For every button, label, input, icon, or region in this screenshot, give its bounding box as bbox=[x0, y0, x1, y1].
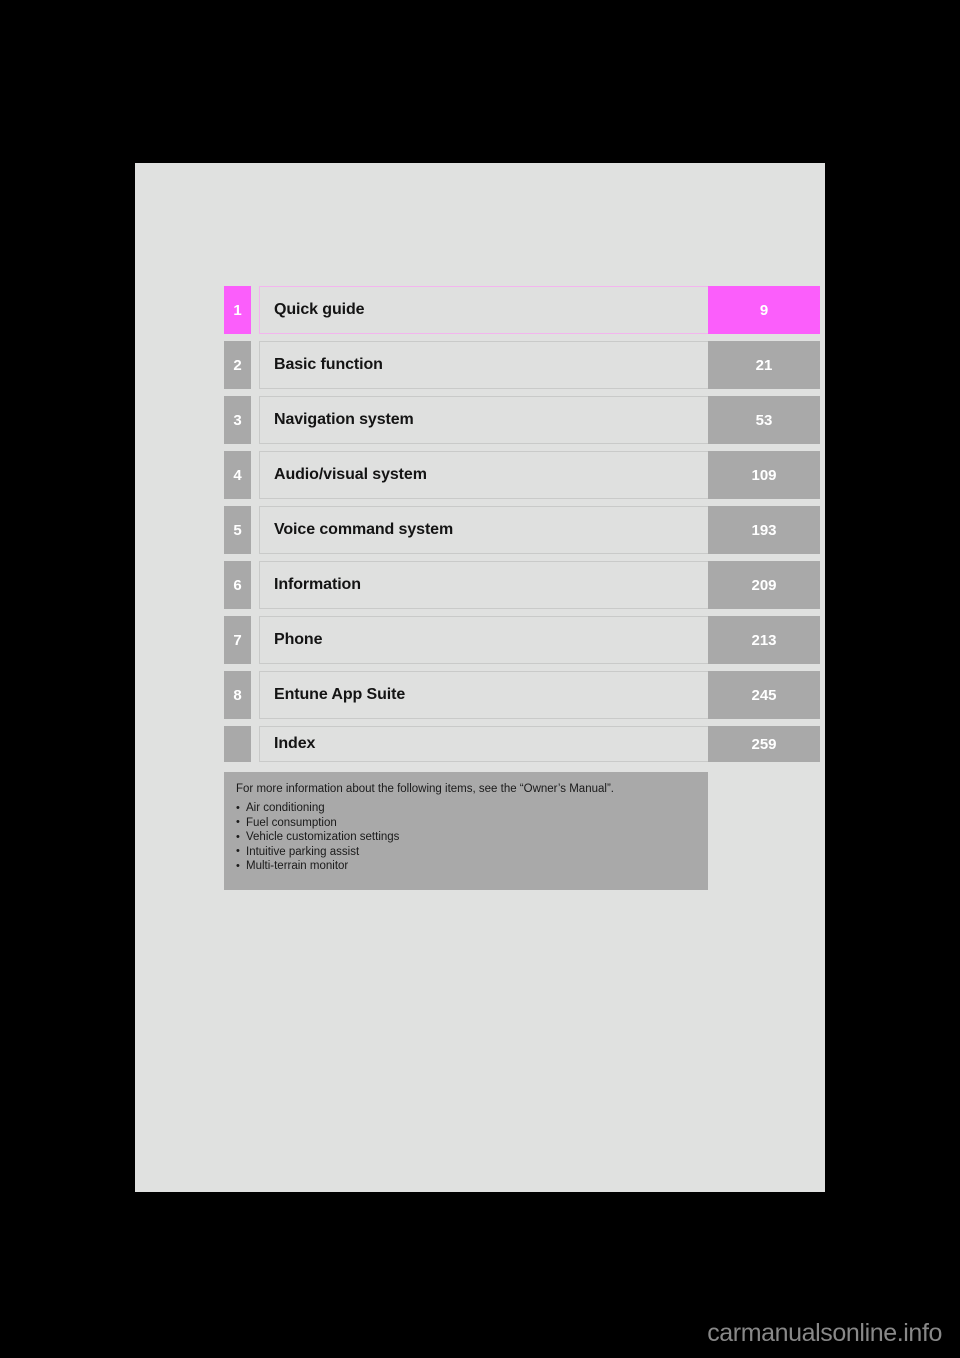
toc-row[interactable]: 3 Navigation system 53 bbox=[224, 396, 820, 444]
toc-page-number[interactable]: 193 bbox=[708, 506, 820, 554]
toc-page-number[interactable]: 21 bbox=[708, 341, 820, 389]
note-list-item: Vehicle customization settings bbox=[236, 830, 696, 845]
toc-row[interactable]: 1 Quick guide 9 bbox=[224, 286, 820, 334]
toc-chapter-title[interactable]: Quick guide bbox=[259, 286, 708, 334]
note-box: For more information about the following… bbox=[224, 772, 708, 890]
toc-page-number[interactable]: 109 bbox=[708, 451, 820, 499]
toc-row[interactable]: 8 Entune App Suite 245 bbox=[224, 671, 820, 719]
toc-page-number[interactable]: 9 bbox=[708, 286, 820, 334]
toc-chapter-number: 6 bbox=[224, 561, 251, 609]
toc-page-number[interactable]: 53 bbox=[708, 396, 820, 444]
toc-row[interactable]: 7 Phone 213 bbox=[224, 616, 820, 664]
toc-chapter-title[interactable]: Entune App Suite bbox=[259, 671, 708, 719]
toc-chapter-number: 8 bbox=[224, 671, 251, 719]
toc-row[interactable]: 6 Information 209 bbox=[224, 561, 820, 609]
manual-page-sheet: 1 Quick guide 9 2 Basic function 21 3 Navigatio… bbox=[135, 163, 825, 1192]
toc-chapter-number: 3 bbox=[224, 396, 251, 444]
toc-row[interactable]: 2 Basic function 21 bbox=[224, 341, 820, 389]
note-heading: For more information about the following… bbox=[236, 783, 614, 795]
note-list-item: Multi-terrain monitor bbox=[236, 859, 696, 874]
toc-page-number[interactable]: 245 bbox=[708, 671, 820, 719]
note-item-list: Air conditioningFuel consumptionVehicle … bbox=[236, 801, 696, 874]
toc-page-number[interactable]: 209 bbox=[708, 561, 820, 609]
toc-row[interactable]: Index 259 bbox=[224, 726, 820, 762]
toc-row[interactable]: 4 Audio/visual system 109 bbox=[224, 451, 820, 499]
watermark-text: carmanualsonline.info bbox=[707, 1319, 942, 1347]
toc-chapter-title[interactable]: Information bbox=[259, 561, 708, 609]
toc-chapter-title[interactable]: Audio/visual system bbox=[259, 451, 708, 499]
toc-chapter-number bbox=[224, 726, 251, 762]
toc-chapter-title[interactable]: Basic function bbox=[259, 341, 708, 389]
toc-row[interactable]: 5 Voice command system 193 bbox=[224, 506, 820, 554]
toc-chapter-title[interactable]: Voice command system bbox=[259, 506, 708, 554]
toc-chapter-number: 1 bbox=[224, 286, 251, 334]
toc-page-number[interactable]: 213 bbox=[708, 616, 820, 664]
toc-chapter-number: 4 bbox=[224, 451, 251, 499]
toc-page-number[interactable]: 259 bbox=[708, 726, 820, 762]
toc-chapter-title[interactable]: Navigation system bbox=[259, 396, 708, 444]
toc-chapter-number: 2 bbox=[224, 341, 251, 389]
table-of-contents: 1 Quick guide 9 2 Basic function 21 3 Navigatio… bbox=[224, 286, 820, 762]
note-list-item: Intuitive parking assist bbox=[236, 844, 696, 860]
toc-chapter-number: 7 bbox=[224, 616, 251, 664]
note-list-item: Fuel consumption bbox=[236, 815, 696, 831]
toc-chapter-title[interactable]: Index bbox=[259, 726, 708, 762]
note-list-item: Air conditioning bbox=[236, 801, 696, 816]
toc-chapter-number: 5 bbox=[224, 506, 251, 554]
toc-chapter-title[interactable]: Phone bbox=[259, 616, 708, 664]
